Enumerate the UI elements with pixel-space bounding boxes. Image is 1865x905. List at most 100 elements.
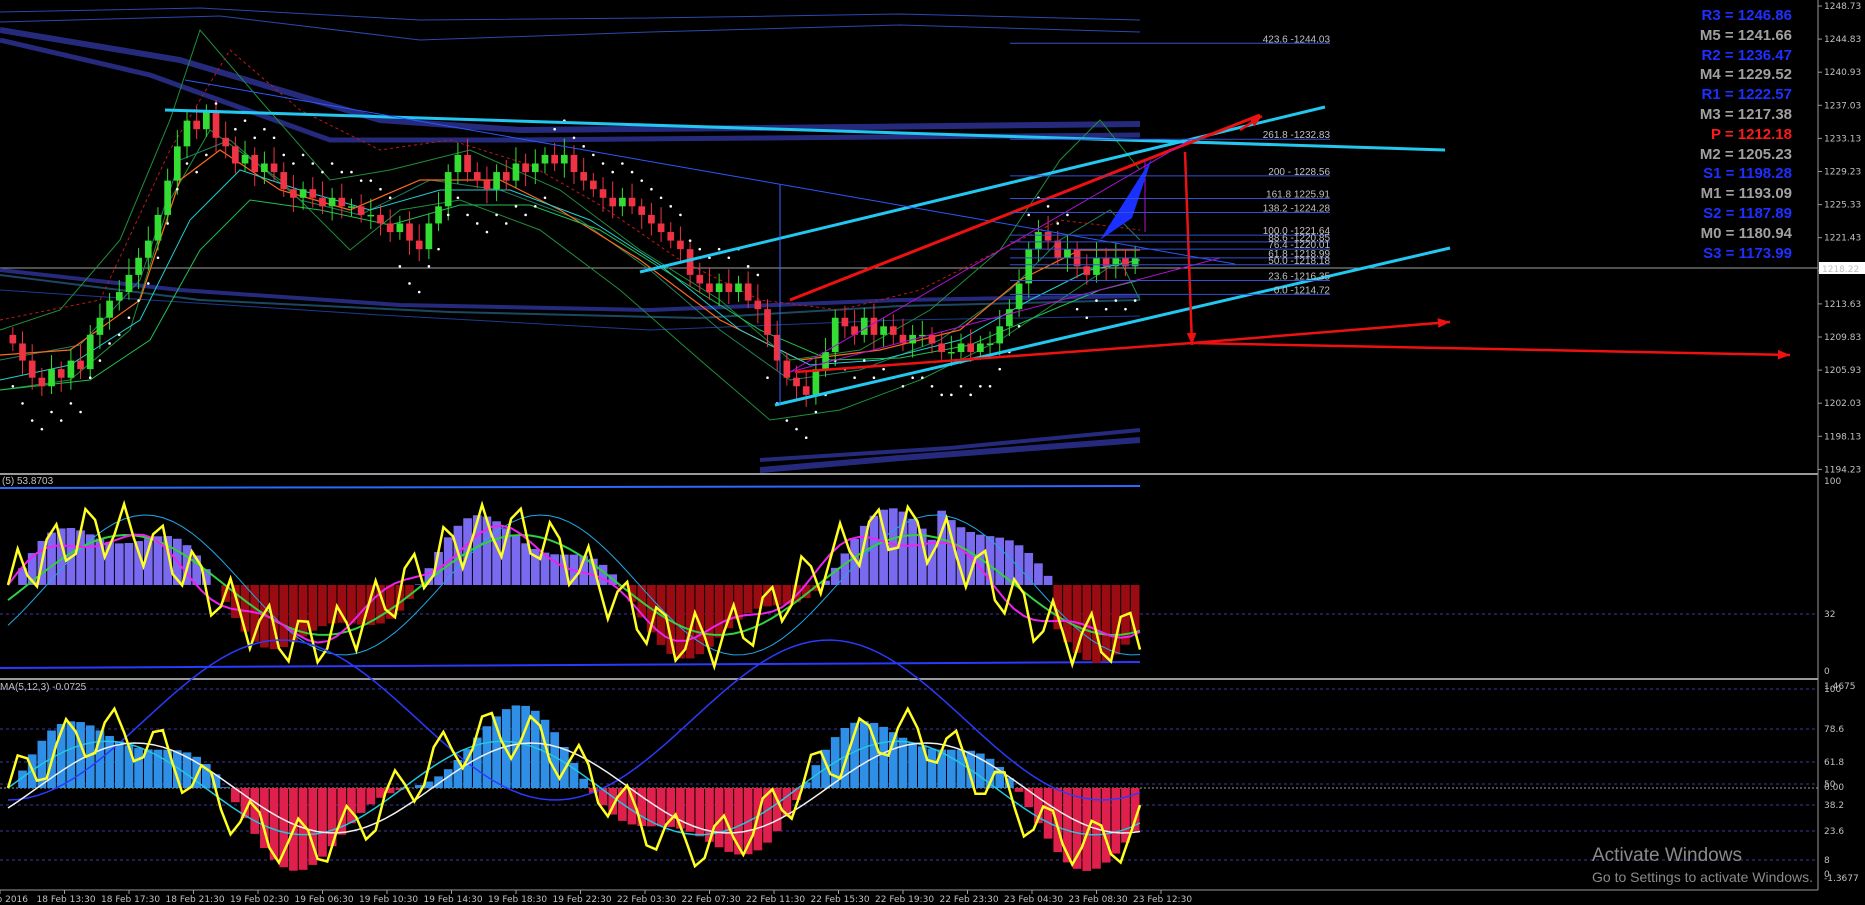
candle-body <box>754 300 762 310</box>
candle-body <box>570 154 578 173</box>
candle-body <box>889 326 897 335</box>
price-tick-label: 1229.23 <box>1824 168 1861 178</box>
osc1-histogram-bar <box>76 530 85 585</box>
sar-dot <box>330 162 334 165</box>
candle-body <box>144 240 152 258</box>
sar-dot <box>795 427 798 431</box>
time-tick-label: 23 Feb 12:30 <box>1133 895 1192 905</box>
sar-dot <box>766 376 769 380</box>
candle-body <box>580 172 588 181</box>
sar-dot <box>437 247 440 251</box>
osc2-axis-label: 0.00 <box>1824 783 1844 793</box>
price-tick-label: 1244.83 <box>1824 35 1861 45</box>
sar-dot <box>485 230 489 234</box>
osc1-histogram-bar <box>511 536 521 585</box>
candle-body <box>977 343 984 353</box>
osc2-histogram-bar <box>347 788 356 824</box>
sar-dot <box>630 170 634 174</box>
candle-body <box>348 206 355 208</box>
sar-dot <box>1027 213 1031 217</box>
price-tick-label: 1240.93 <box>1824 68 1861 78</box>
sar-dot <box>804 436 808 439</box>
candle-body <box>406 223 413 241</box>
sar-dot <box>379 187 382 191</box>
sar-dot <box>59 419 63 422</box>
candle-body <box>67 360 75 378</box>
time-tick-label: 19 Feb 02:30 <box>230 895 289 905</box>
candle-body <box>270 163 278 173</box>
osc1-histogram-bar <box>743 585 753 614</box>
sar-dot <box>321 170 324 174</box>
time-tick-label: 23 Feb 04:30 <box>1004 895 1063 905</box>
ma-red-dashed <box>0 49 1141 321</box>
sar-dot <box>969 393 972 397</box>
osc1-histogram-bar <box>124 543 134 585</box>
fib-level-label: 138.2 -1224.28 <box>1263 204 1331 215</box>
sar-dot <box>979 384 982 388</box>
candle-body <box>473 172 481 181</box>
candle-body <box>57 369 65 378</box>
candle-body <box>938 343 945 353</box>
sar-dot <box>688 239 692 242</box>
pivot-level: R3 = 1246.86 <box>1701 7 1793 24</box>
sar-dot <box>205 153 208 157</box>
candle-body <box>493 172 500 190</box>
sar-dot <box>301 153 305 157</box>
candle-body <box>590 180 597 190</box>
pivot-levels-panel: R3 = 1246.86 M5 = 1241.66 R2 = 1236.47 M4 =… <box>1700 6 1792 263</box>
pivot-level: S3 = 1173.99 <box>1703 244 1792 262</box>
osc1-histogram-bar <box>888 508 898 585</box>
sar-dot <box>311 162 315 165</box>
sar-dot <box>717 247 721 251</box>
osc1-histogram-bar <box>298 585 308 637</box>
candle-body <box>715 283 723 293</box>
sar-dot <box>388 196 392 200</box>
candle-body <box>377 214 384 224</box>
candle-body <box>541 154 549 164</box>
candle-body <box>425 223 433 250</box>
pivot-level: S2 = 1187.89 <box>1703 204 1792 222</box>
price-tick-label: 1209.83 <box>1824 333 1861 343</box>
time-tick-label: 22 Feb 11:30 <box>746 895 805 905</box>
sar-dot <box>359 179 363 182</box>
time-tick-label: 22 Feb 07:30 <box>682 895 741 905</box>
candle-body <box>299 189 307 198</box>
sar-dot <box>572 136 576 140</box>
sar-dot <box>156 256 160 260</box>
osc1-histogram-bar <box>956 527 966 585</box>
candle-body <box>86 334 94 370</box>
candle-body <box>928 334 936 344</box>
candle-body <box>1093 257 1100 275</box>
sar-dot <box>292 162 295 165</box>
osc2-histogram-bar <box>221 787 231 788</box>
candle-body <box>783 360 791 378</box>
osc2-histogram-bar <box>114 741 124 788</box>
candle-body <box>841 317 849 327</box>
pivot-level: M2 = 1205.23 <box>1699 145 1792 163</box>
candle-body <box>560 154 568 164</box>
osc2-histogram-bar <box>550 732 559 788</box>
candle-body <box>1006 309 1013 327</box>
osc1-histogram-bar <box>1024 552 1034 585</box>
sar-dot <box>108 342 111 345</box>
sar-dot <box>746 265 750 268</box>
fib-level-label: 161.8 1225.91 <box>1266 190 1330 201</box>
sar-dot <box>340 170 344 174</box>
osc1-axis-label: 0 <box>1824 667 1830 677</box>
candle-body <box>522 163 529 173</box>
sar-dot <box>901 384 905 388</box>
sar-dot <box>137 299 140 302</box>
price-chart[interactable]: 1248.73 1244.83 1240.93 1237.03 1233.13 1229.… <box>0 0 1865 905</box>
sar-dot <box>253 136 257 140</box>
candle-body <box>106 300 113 318</box>
osc1-histogram-bar <box>1043 575 1053 585</box>
pivot-level: M5 = 1241.66 <box>1699 26 1792 44</box>
pivot-level: S1 = 1198.28 <box>1703 165 1792 183</box>
ma-orange <box>0 149 1140 361</box>
osc2-axis-label: 61.8 <box>1824 758 1844 768</box>
sar-dot <box>988 384 992 388</box>
sar-dot <box>582 145 585 148</box>
price-tick-label: 1225.33 <box>1824 201 1861 211</box>
sar-dot <box>146 282 150 285</box>
candle-body <box>444 172 452 207</box>
